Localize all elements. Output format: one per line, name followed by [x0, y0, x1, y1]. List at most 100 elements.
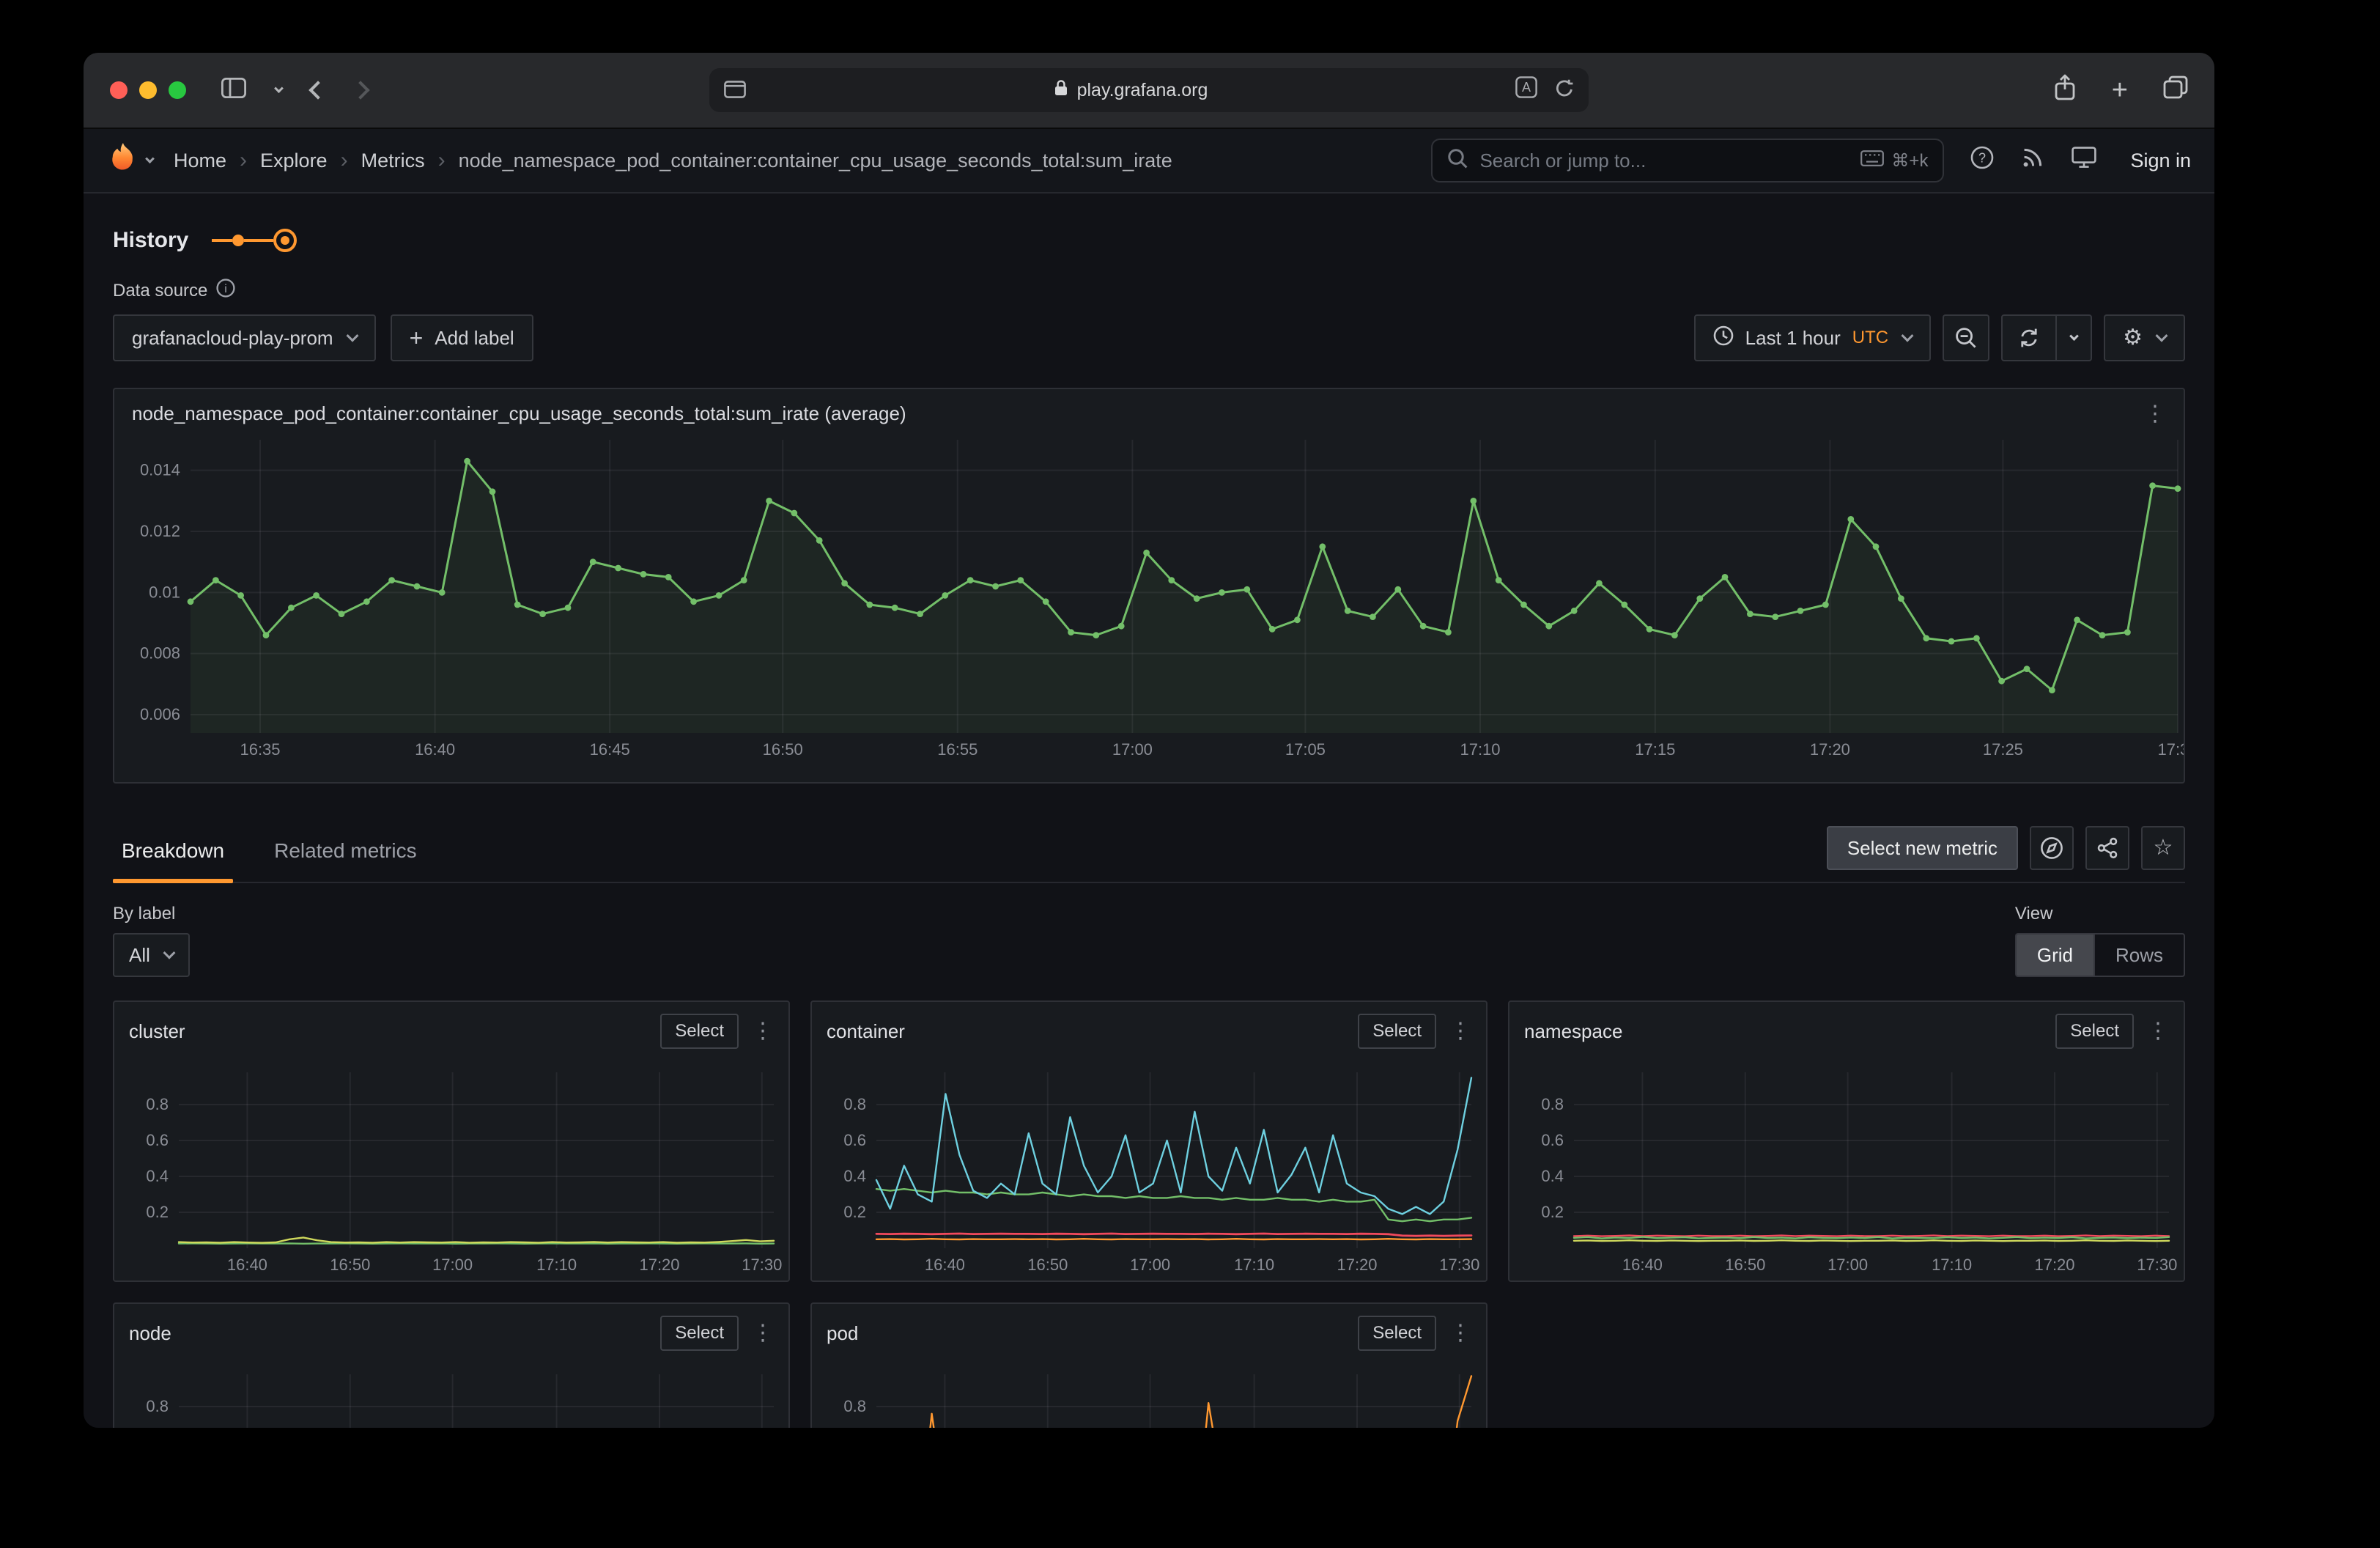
select-label-button[interactable]: Select — [660, 1014, 739, 1049]
breakdown-panel-namespace: namespace Select ⋮ 0.20.40.60.816:4016:5… — [1508, 1000, 2185, 1282]
panel-menu-icon[interactable]: ⋮ — [1449, 1322, 1471, 1344]
new-tab-icon[interactable]: + — [2112, 76, 2128, 104]
explore-metrics-page: History Data source i grafanacloud-play- — [84, 194, 2214, 1428]
panel-menu-icon[interactable]: ⋮ — [752, 1322, 774, 1344]
svg-text:17:10: 17:10 — [1460, 740, 1500, 759]
zoom-window-button[interactable] — [169, 81, 186, 99]
global-search[interactable]: ⌘+k — [1431, 139, 1944, 183]
svg-text:0.2: 0.2 — [843, 1203, 866, 1221]
breakdown-grid: cluster Select ⋮ 0.20.40.60.816:4016:501… — [113, 1000, 2185, 1428]
zoom-out-button[interactable] — [1943, 314, 1989, 361]
history-timeline[interactable] — [212, 229, 297, 252]
sign-in-link[interactable]: Sign in — [2130, 150, 2191, 172]
panel-menu-icon[interactable]: ⋮ — [2147, 1020, 2169, 1042]
svg-text:17:20: 17:20 — [639, 1256, 679, 1274]
container-chart[interactable]: 0.20.40.60.816:4016:5017:0017:1017:2017:… — [818, 1061, 1480, 1278]
star-icon: ☆ — [2154, 837, 2173, 859]
svg-text:16:40: 16:40 — [227, 1256, 267, 1274]
select-label-button[interactable]: Select — [1358, 1014, 1436, 1049]
svg-text:17:30: 17:30 — [742, 1256, 782, 1274]
datasource-picker[interactable]: grafanacloud-play-prom — [113, 314, 376, 361]
tab-related-metrics[interactable]: Related metrics — [265, 839, 426, 882]
keyboard-icon — [1860, 150, 1884, 172]
svg-text:16:50: 16:50 — [330, 1256, 370, 1274]
select-label-button[interactable]: Select — [1358, 1316, 1436, 1351]
tab-overview-icon[interactable] — [2163, 75, 2188, 105]
svg-text:16:40: 16:40 — [925, 1256, 965, 1274]
svg-text:17:20: 17:20 — [2034, 1256, 2074, 1274]
add-label-button[interactable]: + Add label — [391, 314, 533, 361]
node-chart[interactable]: 0.20.40.60.816:4016:5017:0017:1017:2017:… — [120, 1363, 783, 1428]
svg-text:0.008: 0.008 — [140, 644, 180, 663]
breadcrumb-separator-icon: › — [240, 150, 247, 172]
close-window-button[interactable] — [110, 81, 128, 99]
page-format-icon[interactable] — [724, 77, 746, 104]
select-new-metric-button[interactable]: Select new metric — [1827, 826, 2018, 870]
svg-text:0.8: 0.8 — [146, 1095, 169, 1113]
browser-window: play.grafana.org A + — [84, 53, 2214, 1428]
grafana-logo[interactable] — [107, 141, 139, 180]
minimize-window-button[interactable] — [139, 81, 157, 99]
tabs-bar: Breakdown Related metrics Select new met… — [113, 816, 2185, 883]
monitor-icon[interactable] — [2072, 147, 2096, 174]
svg-text:17:00: 17:00 — [432, 1256, 473, 1274]
settings-button[interactable]: ⚙ — [2104, 314, 2185, 361]
svg-text:0.4: 0.4 — [1541, 1167, 1564, 1185]
panel-menu-icon[interactable]: ⋮ — [2144, 403, 2166, 425]
svg-text:16:55: 16:55 — [937, 740, 978, 759]
search-input[interactable] — [1479, 150, 1849, 172]
refresh-button[interactable] — [2001, 314, 2057, 361]
pod-chart[interactable]: 0.20.40.60.816:4016:5017:0017:1017:2017:… — [818, 1363, 1480, 1428]
history-step-icon[interactable] — [232, 235, 244, 246]
cluster-chart[interactable]: 0.20.40.60.816:4016:5017:0017:1017:2017:… — [120, 1061, 783, 1278]
share-icon[interactable] — [2053, 74, 2077, 106]
back-icon[interactable] — [308, 81, 327, 99]
breadcrumb-metrics[interactable]: Metrics — [361, 150, 425, 172]
breadcrumb-home[interactable]: Home — [174, 150, 226, 172]
view-option-grid[interactable]: Grid — [2017, 935, 2093, 976]
forward-icon[interactable] — [351, 81, 369, 99]
datasource-label: Data source — [113, 281, 207, 301]
select-label-button[interactable]: Select — [660, 1316, 739, 1351]
view-option-rows[interactable]: Rows — [2093, 935, 2184, 976]
translate-icon[interactable]: A — [1515, 76, 1537, 104]
time-range-picker[interactable]: Last 1 hour UTC — [1694, 314, 1931, 361]
tab-breakdown[interactable]: Breakdown — [113, 839, 233, 882]
help-icon[interactable]: ? — [1970, 146, 1994, 175]
share-graph-button[interactable] — [2085, 826, 2129, 870]
svg-text:?: ? — [1978, 150, 1986, 165]
breakdown-panel-cluster: cluster Select ⋮ 0.20.40.60.816:4016:501… — [113, 1000, 790, 1282]
view-label: View — [2015, 904, 2185, 924]
sidebar-dropdown-icon[interactable] — [274, 84, 284, 93]
by-label-select[interactable]: All — [113, 933, 190, 977]
svg-text:17:20: 17:20 — [1337, 1256, 1377, 1274]
org-switcher-chevron-icon[interactable] — [145, 154, 155, 163]
news-rss-icon[interactable] — [2022, 147, 2044, 174]
breadcrumb-separator-icon: › — [341, 150, 348, 172]
svg-text:17:20: 17:20 — [1810, 740, 1850, 759]
svg-text:0.6: 0.6 — [146, 1131, 169, 1149]
refresh-split-button — [2001, 314, 2092, 361]
info-icon: i — [216, 279, 235, 303]
svg-text:0.01: 0.01 — [149, 583, 180, 601]
reload-icon[interactable] — [1555, 77, 1574, 104]
history-current-step-icon[interactable] — [273, 229, 297, 252]
timezone-badge: UTC — [1852, 328, 1888, 348]
sidebar-toggle-icon[interactable] — [221, 77, 246, 104]
panel-menu-icon[interactable]: ⋮ — [1449, 1020, 1471, 1042]
breadcrumb-explore[interactable]: Explore — [260, 150, 328, 172]
svg-text:0.006: 0.006 — [140, 705, 180, 723]
cpu-usage-chart[interactable]: 0.0060.0080.010.0120.01416:3516:4016:451… — [114, 428, 2184, 762]
breakdown-panel-title: pod — [827, 1322, 858, 1345]
svg-text:i: i — [225, 283, 228, 295]
screen: play.grafana.org A + — [0, 0, 2380, 1548]
search-shortcut: ⌘+k — [1860, 150, 1928, 172]
explore-compass-button[interactable] — [2030, 826, 2074, 870]
panel-menu-icon[interactable]: ⋮ — [752, 1020, 774, 1042]
bookmark-star-button[interactable]: ☆ — [2141, 826, 2185, 870]
namespace-chart[interactable]: 0.20.40.60.816:4016:5017:0017:1017:2017:… — [1515, 1061, 2178, 1278]
refresh-interval-dropdown[interactable] — [2057, 314, 2092, 361]
select-label-button[interactable]: Select — [2055, 1014, 2134, 1049]
address-bar[interactable]: play.grafana.org A — [709, 68, 1589, 112]
view-toggle: Grid Rows — [2015, 933, 2185, 977]
